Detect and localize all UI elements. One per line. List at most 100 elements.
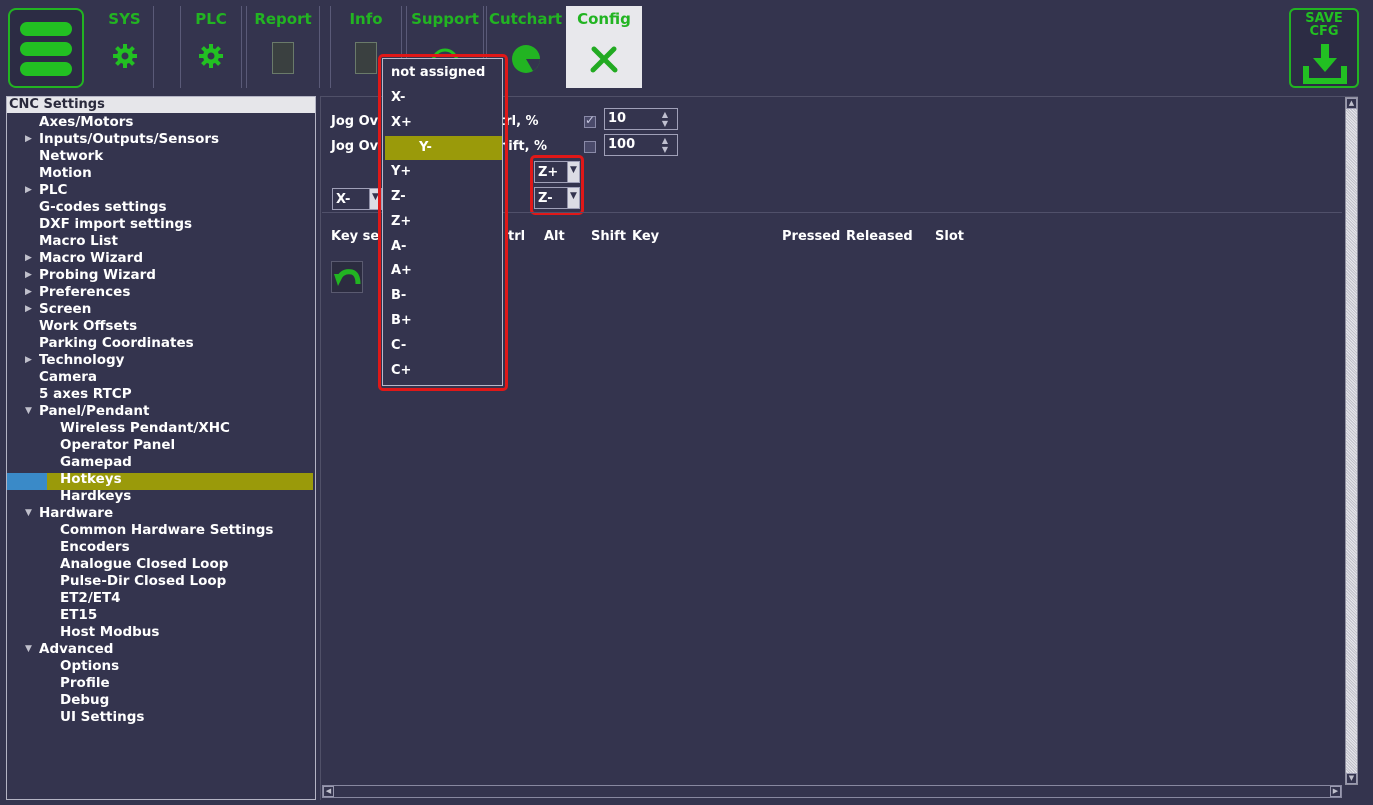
- tree-item-panel-pendant[interactable]: ▼ Panel/Pendant: [25, 403, 149, 420]
- tree-item-5-axes-rtcp[interactable]: 5 axes RTCP: [39, 386, 132, 403]
- top-toolbar: SYS PLC Report Info Support Cutchart Con…: [0, 0, 1373, 92]
- option-z-plus[interactable]: Z+: [391, 210, 411, 234]
- spin-arrows-icon[interactable]: ▲ ▼: [655, 136, 675, 154]
- expand-arrow-icon[interactable]: ▶: [25, 250, 35, 267]
- tree-selection-highlight: [7, 473, 313, 490]
- tree-item-axes-motors[interactable]: Axes/Motors: [39, 114, 133, 131]
- tab-label: PLC: [195, 10, 227, 28]
- menu-bar-icon: [20, 62, 72, 76]
- tree-item-hardware[interactable]: ▼ Hardware: [25, 505, 114, 522]
- tree-item-probing-wizard[interactable]: ▶ Probing Wizard: [25, 267, 156, 284]
- scroll-up-icon[interactable]: ▲: [1346, 98, 1357, 109]
- tree-item-label: Preferences: [39, 284, 131, 300]
- expand-arrow-icon[interactable]: ▶: [25, 182, 35, 199]
- expand-arrow-icon[interactable]: ▶: [25, 352, 35, 369]
- tree-item-ui-settings[interactable]: UI Settings: [60, 709, 144, 726]
- tree-item-parking-coordinates[interactable]: Parking Coordinates: [39, 335, 194, 352]
- undo-arrow-icon: [334, 269, 361, 286]
- tab-sys[interactable]: SYS: [96, 6, 154, 88]
- tree-item-work-offsets[interactable]: Work Offsets: [39, 318, 137, 335]
- tree-item-plc[interactable]: ▶ PLC: [25, 182, 67, 199]
- tree-item-inputs-outputs-sensors[interactable]: ▶ Inputs/Outputs/Sensors: [25, 131, 220, 148]
- expand-arrow-icon[interactable]: ▶: [25, 284, 35, 301]
- axis-combo-z-plus[interactable]: Z+ ▼: [534, 161, 580, 183]
- collapse-arrow-icon[interactable]: ▼: [25, 403, 35, 420]
- option-x-plus[interactable]: X+: [391, 111, 412, 135]
- tree-item-label: Inputs/Outputs/Sensors: [39, 131, 220, 147]
- tree-item-common-hardware[interactable]: Common Hardware Settings: [60, 522, 273, 539]
- tree-item-hotkeys[interactable]: Hotkeys: [60, 471, 122, 488]
- tree-item-camera[interactable]: Camera: [39, 369, 97, 386]
- tree-item-host-modbus[interactable]: Host Modbus: [60, 624, 159, 641]
- tree-item-et15[interactable]: ET15: [60, 607, 97, 624]
- tree-header[interactable]: CNC Settings: [7, 97, 315, 113]
- tree-item-macro-wizard[interactable]: ▶ Macro Wizard: [25, 250, 143, 267]
- tree-item-label: Hardware: [39, 505, 114, 521]
- option-b-plus[interactable]: B+: [391, 309, 412, 333]
- jog-shift-checkbox[interactable]: [584, 141, 596, 153]
- save-config-button[interactable]: SAVE CFG: [1289, 8, 1359, 88]
- option-c-minus[interactable]: C-: [391, 334, 406, 358]
- tree-item-preferences[interactable]: ▶ Preferences: [25, 284, 131, 301]
- tab-report[interactable]: Report: [246, 6, 320, 88]
- spin-value: 10: [608, 111, 627, 126]
- tree-item-options[interactable]: Options: [60, 658, 119, 675]
- jog-ctrl-checkbox[interactable]: [584, 113, 596, 128]
- tab-plc[interactable]: PLC: [180, 6, 242, 88]
- dropdown-arrow-icon[interactable]: ▼: [567, 162, 579, 182]
- option-c-plus[interactable]: C+: [391, 359, 411, 383]
- tree-item-motion[interactable]: Motion: [39, 165, 92, 182]
- expand-arrow-icon[interactable]: ▶: [25, 131, 35, 148]
- tab-config[interactable]: Config: [566, 6, 642, 88]
- tree-item-wireless-pendant[interactable]: Wireless Pendant/XHC: [60, 420, 230, 437]
- tree-item-advanced[interactable]: ▼ Advanced: [25, 641, 113, 658]
- col-alt: Alt: [544, 229, 565, 244]
- option-not-assigned[interactable]: not assigned: [391, 61, 485, 85]
- collapse-arrow-icon[interactable]: ▼: [25, 641, 35, 658]
- tree-item-macro-list[interactable]: Macro List: [39, 233, 118, 250]
- tree-item-et2-et4[interactable]: ET2/ET4: [60, 590, 121, 607]
- dropdown-arrow-icon[interactable]: ▼: [567, 188, 579, 208]
- jog-shift-spinbox[interactable]: 100 ▲ ▼: [604, 134, 678, 156]
- option-y-minus[interactable]: Y-: [419, 136, 432, 160]
- main-menu-button[interactable]: [8, 8, 84, 88]
- tree-item-dxf-import[interactable]: DXF import settings: [39, 216, 192, 233]
- axis-combo-left[interactable]: X- ▼: [332, 188, 382, 210]
- horizontal-scrollbar[interactable]: ◀ ▶: [322, 785, 1342, 798]
- expand-arrow-icon[interactable]: ▶: [25, 267, 35, 284]
- scroll-right-icon[interactable]: ▶: [1330, 786, 1341, 797]
- tree-item-debug[interactable]: Debug: [60, 692, 109, 709]
- jog-ctrl-spinbox[interactable]: 10 ▲ ▼: [604, 108, 678, 130]
- spin-arrows-icon[interactable]: ▲ ▼: [655, 110, 675, 128]
- selected-option-highlight: [385, 136, 502, 160]
- tree-item-network[interactable]: Network: [39, 148, 103, 165]
- tree-item-encoders[interactable]: Encoders: [60, 539, 130, 556]
- option-a-minus[interactable]: A-: [391, 235, 406, 259]
- axis-combo-z-minus[interactable]: Z- ▼: [534, 187, 580, 209]
- option-b-minus[interactable]: B-: [391, 284, 406, 308]
- option-y-plus[interactable]: Y+: [391, 160, 411, 184]
- tree-item-screen[interactable]: ▶ Screen: [25, 301, 91, 318]
- expand-arrow-icon[interactable]: ▶: [25, 301, 35, 318]
- tree-item-label: Probing Wizard: [39, 267, 156, 283]
- undo-button[interactable]: [331, 261, 363, 293]
- jog-override-ctrl-label-start: Jog Ov: [331, 114, 379, 129]
- option-z-minus[interactable]: Z-: [391, 185, 406, 209]
- tree-item-operator-panel[interactable]: Operator Panel: [60, 437, 175, 454]
- tree-item-pulse-dir-closed-loop[interactable]: Pulse-Dir Closed Loop: [60, 573, 226, 590]
- option-a-plus[interactable]: A+: [391, 259, 412, 283]
- option-x-minus[interactable]: X-: [391, 86, 405, 110]
- tree-item-profile[interactable]: Profile: [60, 675, 110, 692]
- vertical-scrollbar[interactable]: ▲ ▼: [1345, 97, 1358, 785]
- scroll-left-icon[interactable]: ◀: [323, 786, 334, 797]
- collapse-arrow-icon[interactable]: ▼: [25, 505, 35, 522]
- tree-item-technology[interactable]: ▶ Technology: [25, 352, 124, 369]
- tree-item-gamepad[interactable]: Gamepad: [60, 454, 132, 471]
- tab-label: Support: [411, 10, 479, 28]
- tree-item-hardkeys[interactable]: Hardkeys: [60, 488, 131, 505]
- tree-item-analogue-closed-loop[interactable]: Analogue Closed Loop: [60, 556, 228, 573]
- combo-value: X-: [336, 192, 351, 207]
- spin-value: 100: [608, 137, 636, 152]
- scroll-down-icon[interactable]: ▼: [1346, 773, 1357, 784]
- tree-item-gcodes-settings[interactable]: G-codes settings: [39, 199, 167, 216]
